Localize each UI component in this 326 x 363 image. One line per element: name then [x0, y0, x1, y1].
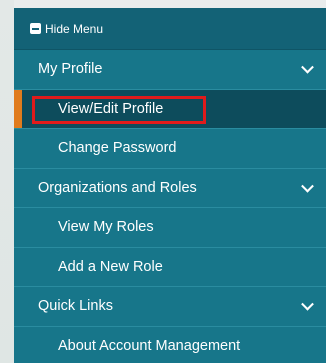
chevron-down-icon — [301, 179, 314, 193]
minus-square-icon — [30, 23, 41, 34]
menu-item-label: View/Edit Profile — [58, 100, 164, 117]
active-indicator — [14, 89, 22, 128]
section-my-profile[interactable]: My Profile — [14, 50, 326, 90]
section-label: My Profile — [38, 61, 103, 78]
menu-item-add-a-new-role[interactable]: Add a New Role — [14, 247, 326, 287]
menu-item-label: Add a New Role — [58, 258, 163, 275]
menu-item-view-my-roles[interactable]: View My Roles — [14, 208, 326, 248]
section-quick-links[interactable]: Quick Links — [14, 287, 326, 327]
hide-menu-button[interactable]: Hide Menu — [14, 8, 326, 50]
menu-item-label: View My Roles — [58, 219, 154, 236]
side-menu: Hide Menu My Profile View/Edit Profile C… — [14, 8, 326, 363]
chevron-down-icon — [301, 61, 314, 74]
chevron-down-icon — [301, 298, 314, 311]
page-background-strip — [0, 0, 14, 363]
section-label: Organizations and Roles — [38, 179, 197, 196]
section-label: Quick Links — [38, 298, 113, 315]
section-organizations-and-roles[interactable]: Organizations and Roles — [14, 168, 326, 208]
hide-menu-label: Hide Menu — [45, 21, 104, 36]
menu-item-about-account-management[interactable]: About Account Management — [14, 326, 326, 363]
menu-item-label: Change Password — [58, 140, 177, 157]
menu-item-label: About Account Management — [58, 337, 241, 354]
menu-item-change-password[interactable]: Change Password — [14, 129, 326, 169]
menu-item-view-edit-profile[interactable]: View/Edit Profile — [14, 89, 326, 129]
